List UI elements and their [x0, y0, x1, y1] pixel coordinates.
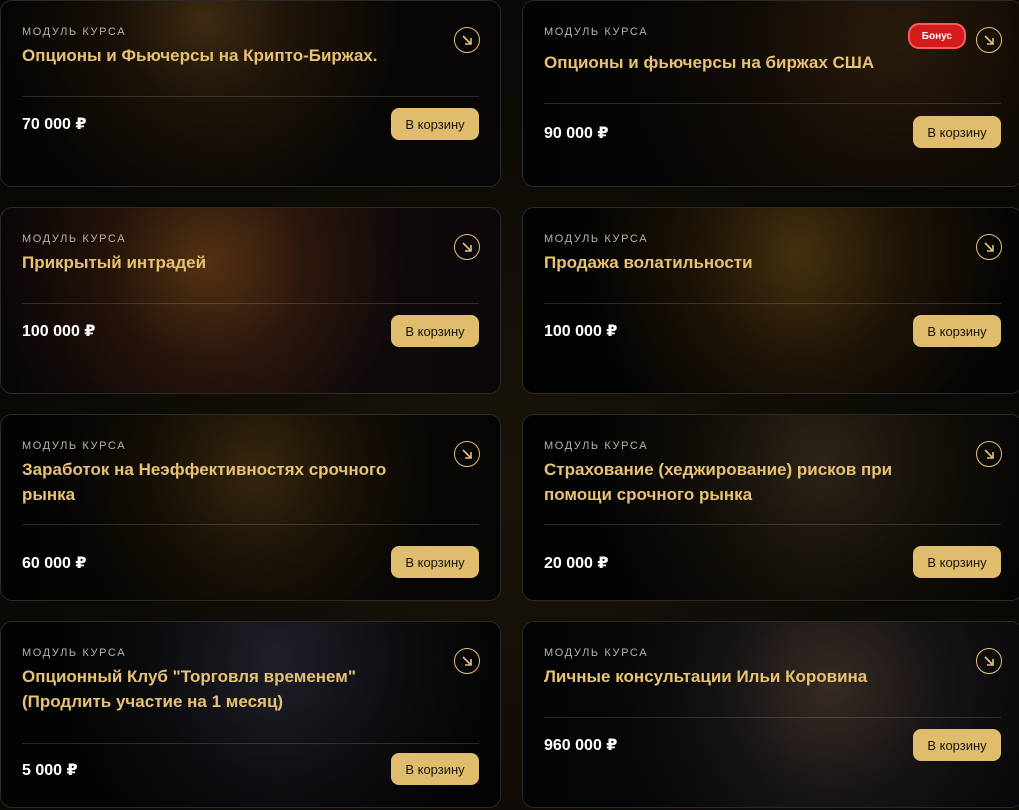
divider: [22, 524, 479, 525]
divider: [544, 524, 1001, 525]
add-to-cart-button[interactable]: В корзину: [391, 108, 479, 140]
divider: [544, 103, 1001, 104]
course-card-options-club[interactable]: МОДУЛЬ КУРСА Опционный Клуб "Торговля вр…: [0, 621, 501, 808]
card-price: 90 000 ₽: [544, 125, 609, 142]
card-eyebrow: МОДУЛЬ КУРСА: [22, 233, 127, 245]
add-to-cart-button[interactable]: В корзину: [913, 315, 1001, 347]
card-price: 5 000 ₽: [22, 762, 78, 779]
arrow-down-right-icon[interactable]: [454, 27, 480, 53]
card-title[interactable]: Личные консультации Ильи Коровина: [544, 664, 944, 689]
add-to-cart-button[interactable]: В корзину: [391, 546, 479, 578]
card-eyebrow: МОДУЛЬ КУРСА: [22, 26, 127, 38]
card-price: 100 000 ₽: [544, 323, 618, 340]
add-to-cart-button[interactable]: В корзину: [913, 116, 1001, 148]
card-title[interactable]: Прикрытый интрадей: [22, 250, 422, 275]
divider: [22, 743, 479, 744]
arrow-down-right-icon[interactable]: [976, 234, 1002, 260]
arrow-down-right-icon[interactable]: [976, 27, 1002, 53]
card-title[interactable]: Опционный Клуб "Торговля временем" (Прод…: [22, 664, 382, 714]
add-to-cart-button[interactable]: В корзину: [391, 315, 479, 347]
course-card-us-options[interactable]: МОДУЛЬ КУРСА Опционы и фьючерсы на биржа…: [522, 0, 1019, 187]
card-eyebrow: МОДУЛЬ КУРСА: [544, 647, 649, 659]
arrow-down-right-icon[interactable]: [454, 234, 480, 260]
course-card-hedging[interactable]: МОДУЛЬ КУРСА Страхование (хеджирование) …: [522, 414, 1019, 601]
card-title[interactable]: Страхование (хеджирование) рисков при по…: [544, 457, 924, 507]
card-price: 960 000 ₽: [544, 737, 618, 754]
card-price: 60 000 ₽: [22, 555, 87, 572]
card-eyebrow: МОДУЛЬ КУРСА: [544, 26, 649, 38]
divider: [544, 717, 1001, 718]
card-eyebrow: МОДУЛЬ КУРСА: [22, 647, 127, 659]
card-eyebrow: МОДУЛЬ КУРСА: [22, 440, 127, 452]
card-price: 100 000 ₽: [22, 323, 96, 340]
card-title[interactable]: Опционы и Фьючерсы на Крипто-Биржах.: [22, 43, 422, 68]
add-to-cart-button[interactable]: В корзину: [391, 753, 479, 785]
bonus-badge: Бонус: [907, 23, 966, 49]
arrow-down-right-icon[interactable]: [454, 648, 480, 674]
card-title[interactable]: Заработок на Неэффективностях срочного р…: [22, 457, 422, 507]
course-card-consultations[interactable]: МОДУЛЬ КУРСА Личные консультации Ильи Ко…: [522, 621, 1019, 808]
course-card-crypto-options[interactable]: МОДУЛЬ КУРСА Опционы и Фьючерсы на Крипт…: [0, 0, 501, 187]
add-to-cart-button[interactable]: В корзину: [913, 729, 1001, 761]
card-eyebrow: МОДУЛЬ КУРСА: [544, 440, 649, 452]
card-price: 70 000 ₽: [22, 116, 87, 133]
course-card-inefficiencies[interactable]: МОДУЛЬ КУРСА Заработок на Неэффективност…: [0, 414, 501, 601]
course-card-covered-intraday[interactable]: МОДУЛЬ КУРСА Прикрытый интрадей 100 000 …: [0, 207, 501, 394]
divider: [544, 303, 1001, 304]
card-title[interactable]: Опционы и фьючерсы на биржах США: [544, 50, 944, 75]
card-price: 20 000 ₽: [544, 555, 609, 572]
divider: [22, 96, 479, 97]
card-eyebrow: МОДУЛЬ КУРСА: [544, 233, 649, 245]
card-title[interactable]: Продажа волатильности: [544, 250, 944, 275]
divider: [22, 303, 479, 304]
course-card-volatility[interactable]: МОДУЛЬ КУРСА Продажа волатильности 100 0…: [522, 207, 1019, 394]
add-to-cart-button[interactable]: В корзину: [913, 546, 1001, 578]
arrow-down-right-icon[interactable]: [976, 441, 1002, 467]
arrow-down-right-icon[interactable]: [454, 441, 480, 467]
arrow-down-right-icon[interactable]: [976, 648, 1002, 674]
